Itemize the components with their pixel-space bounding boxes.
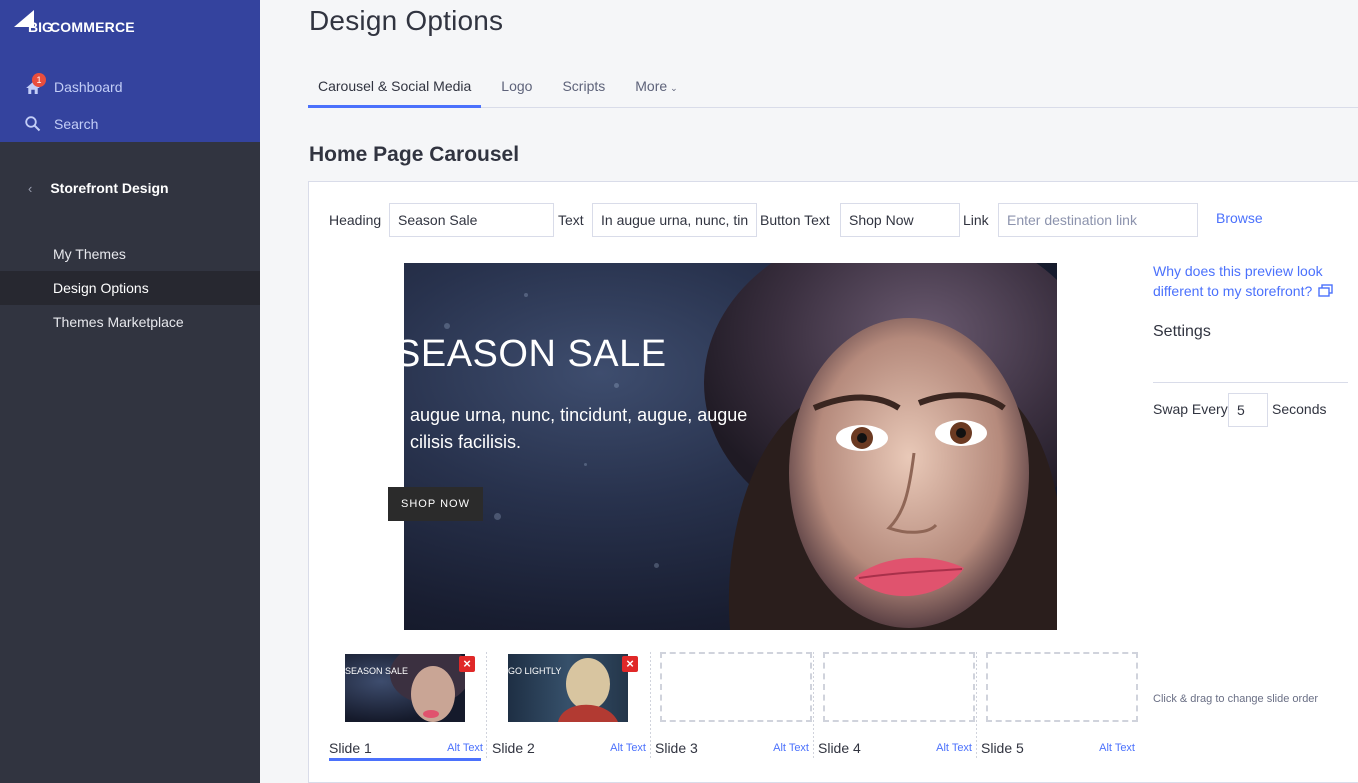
empty-slide-dropzone[interactable] — [660, 652, 812, 722]
button-text-input[interactable] — [840, 203, 960, 237]
home-icon: 1 — [24, 73, 46, 96]
carousel-heading: Home Page Carousel — [309, 143, 520, 166]
tab-label: More — [635, 78, 668, 94]
tab-logo[interactable]: Logo — [491, 70, 542, 108]
slide-separator — [813, 652, 814, 758]
slide-name: Slide 4 — [818, 740, 861, 756]
link-label: Link — [963, 212, 989, 228]
alt-text-link[interactable]: Alt Text — [936, 742, 972, 754]
slide-4[interactable]: Slide 4 Alt Text — [818, 648, 976, 766]
nav-dashboard-label: Dashboard — [54, 79, 123, 95]
preview-heading: SEASON SALE — [395, 333, 667, 375]
logo-commerce-text: COMMERCE — [50, 19, 135, 35]
tab-more[interactable]: More ⌄ — [625, 70, 687, 108]
swap-interval-input[interactable] — [1228, 393, 1268, 427]
slide-5[interactable]: Slide 5 Alt Text — [981, 648, 1139, 766]
slide-3[interactable]: Slide 3 Alt Text — [655, 648, 813, 766]
delete-slide-close-icon[interactable]: × — [622, 656, 638, 672]
preview-text-line-1: augue urna, nunc, tincidunt, augue, augu… — [410, 405, 748, 425]
drag-hint: Click & drag to change slide order — [1153, 693, 1319, 705]
settings-title: Settings — [1153, 323, 1211, 340]
empty-slide-dropzone[interactable] — [986, 652, 1138, 722]
settings-divider — [1153, 382, 1348, 383]
slide-thumbnail: SEASON SALE — [345, 654, 465, 722]
chevron-down-icon: ⌄ — [670, 83, 678, 93]
storefront-design-back[interactable]: ‹ Storefront Design — [28, 180, 169, 196]
sidebar: BIG COMMERCE 1 Dashboard Search ‹ Storef… — [0, 0, 260, 783]
slide-name: Slide 2 — [492, 740, 535, 756]
delete-slide-close-icon[interactable]: × — [459, 656, 475, 672]
slide-name: Slide 1 — [329, 740, 372, 756]
sidebar-item-my-themes[interactable]: My Themes — [0, 237, 260, 271]
tab-carousel-social[interactable]: Carousel & Social Media — [308, 70, 482, 108]
tab-label: Logo — [501, 78, 533, 94]
button-text-label: Button Text — [760, 212, 830, 228]
heading-input[interactable] — [389, 203, 554, 237]
slide-separator — [486, 652, 487, 758]
slide-thumb-title: SEASON SALE — [345, 666, 409, 676]
sidebar-item-design-options[interactable]: Design Options — [0, 271, 260, 305]
nav-search-label: Search — [54, 116, 99, 132]
preview-text-line-2: cilisis facilisis. — [410, 432, 522, 452]
slide-separator — [976, 652, 977, 758]
text-input[interactable] — [592, 203, 757, 237]
preview-text-container: augue urna, nunc, tincidunt, augue, augu… — [404, 400, 804, 460]
notification-badge: 1 — [32, 73, 46, 87]
alt-text-link[interactable]: Alt Text — [1099, 742, 1135, 754]
slide-1[interactable]: SEASON SALE × Slide 1 Alt Text — [329, 648, 487, 766]
text-label: Text — [558, 212, 584, 228]
browse-link[interactable]: Browse — [1216, 210, 1263, 226]
link-input[interactable] — [998, 203, 1198, 237]
tab-label: Carousel & Social Media — [318, 78, 472, 94]
page-title: Design Options — [309, 5, 504, 36]
alt-text-link[interactable]: Alt Text — [773, 742, 809, 754]
preview-difference-link[interactable]: Why does this preview look different to … — [1153, 261, 1353, 301]
external-link-icon — [1318, 284, 1333, 297]
preview-shop-now-button: SHOP NOW — [388, 487, 483, 521]
empty-slide-dropzone[interactable] — [823, 652, 975, 722]
seconds-label: Seconds — [1272, 401, 1327, 417]
nav-search[interactable]: Search — [24, 115, 98, 133]
sidebar-header: BIG COMMERCE 1 Dashboard Search — [0, 0, 260, 142]
chevron-left-icon: ‹ — [28, 180, 33, 196]
slide-thumb-title: GO LIGHTLY — [508, 666, 562, 676]
slide-2[interactable]: GO LIGHTLY × Slide 2 Alt Text — [492, 648, 650, 766]
sidebar-item-themes-marketplace[interactable]: Themes Marketplace — [0, 305, 260, 339]
active-slide-indicator — [329, 758, 481, 761]
swap-every-label: Swap Every — [1153, 401, 1228, 417]
alt-text-link[interactable]: Alt Text — [447, 742, 483, 754]
alt-text-link[interactable]: Alt Text — [610, 742, 646, 754]
nav-dashboard[interactable]: 1 Dashboard — [24, 73, 123, 96]
slide-separator — [650, 652, 651, 758]
search-icon — [24, 115, 42, 133]
preview-difference-text: Why does this preview look different to … — [1153, 263, 1323, 299]
tab-bar: Carousel & Social Media Logo Scripts Mor… — [308, 70, 1358, 108]
tab-label: Scripts — [562, 78, 606, 94]
slide-thumbnail: GO LIGHTLY — [508, 654, 628, 722]
tab-scripts[interactable]: Scripts — [552, 70, 615, 108]
heading-label: Heading — [329, 212, 382, 228]
slide-name: Slide 3 — [655, 740, 698, 756]
slide-name: Slide 5 — [981, 740, 1024, 756]
section-title: Storefront Design — [50, 180, 169, 196]
